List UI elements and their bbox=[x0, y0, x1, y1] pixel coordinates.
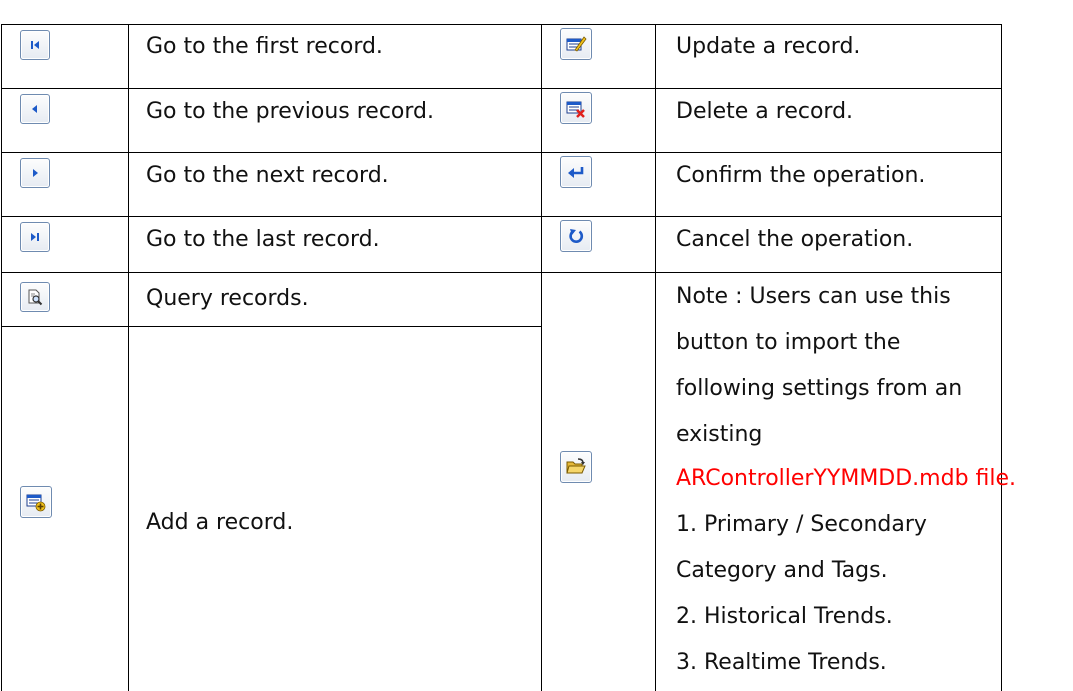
import-list-line: 3. Realtime Trends. bbox=[676, 650, 887, 675]
import-note-line: Note : Users can use this bbox=[676, 284, 951, 309]
open-folder-icon bbox=[566, 458, 586, 474]
first-record-button[interactable] bbox=[20, 30, 50, 60]
first-record-icon bbox=[31, 41, 39, 49]
query-records-button[interactable] bbox=[20, 282, 50, 312]
previous-record-icon bbox=[32, 105, 37, 113]
delete-record-icon bbox=[566, 101, 585, 118]
confirm-icon bbox=[568, 167, 584, 178]
table-row-divider bbox=[1, 88, 1002, 89]
confirm-button[interactable] bbox=[560, 156, 592, 188]
next-record-icon bbox=[33, 169, 38, 177]
update-record-button[interactable] bbox=[560, 28, 592, 60]
table-top-border bbox=[1, 24, 1002, 25]
last-record-description: Go to the last record. bbox=[146, 227, 380, 252]
import-file-name: ARControllerYYMMDD.mdb file. bbox=[676, 466, 1017, 491]
table-row-divider bbox=[1, 272, 1002, 273]
table-row-divider bbox=[1, 152, 1002, 153]
import-note-line: existing bbox=[676, 422, 763, 447]
next-record-description: Go to the next record. bbox=[146, 163, 389, 188]
add-record-icon bbox=[26, 494, 46, 512]
update-record-icon bbox=[566, 36, 587, 52]
last-record-icon bbox=[31, 233, 39, 241]
cancel-button[interactable] bbox=[560, 220, 592, 252]
import-note-line: following settings from an bbox=[676, 376, 963, 401]
table-column-divider bbox=[655, 24, 656, 691]
previous-record-button[interactable] bbox=[20, 94, 50, 124]
import-note-line: button to import the bbox=[676, 330, 901, 355]
delete-record-description: Delete a record. bbox=[676, 99, 854, 124]
next-record-button[interactable] bbox=[20, 158, 50, 188]
add-record-button[interactable] bbox=[20, 486, 52, 518]
first-record-description: Go to the first record. bbox=[146, 34, 383, 59]
import-list-line: 2. Historical Trends. bbox=[676, 604, 893, 629]
table-column-divider bbox=[1, 24, 2, 691]
query-records-description: Query records. bbox=[146, 286, 309, 311]
cancel-description: Cancel the operation. bbox=[676, 227, 914, 252]
import-list-line: 1. Primary / Secondary bbox=[676, 512, 927, 537]
last-record-button[interactable] bbox=[20, 222, 50, 252]
table-right-border bbox=[1001, 24, 1002, 691]
delete-record-button[interactable] bbox=[560, 92, 592, 124]
previous-record-description: Go to the previous record. bbox=[146, 99, 434, 124]
query-records-icon bbox=[28, 289, 43, 306]
update-record-description: Update a record. bbox=[676, 34, 861, 59]
table-column-divider bbox=[128, 24, 129, 691]
cancel-icon bbox=[569, 229, 584, 243]
table-row-divider bbox=[1, 326, 542, 327]
import-list-line: Category and Tags. bbox=[676, 558, 888, 583]
import-button[interactable] bbox=[560, 451, 592, 483]
add-record-description: Add a record. bbox=[146, 510, 294, 535]
table-column-divider bbox=[541, 24, 542, 691]
table-row-divider bbox=[1, 216, 1002, 217]
confirm-description: Confirm the operation. bbox=[676, 163, 926, 188]
